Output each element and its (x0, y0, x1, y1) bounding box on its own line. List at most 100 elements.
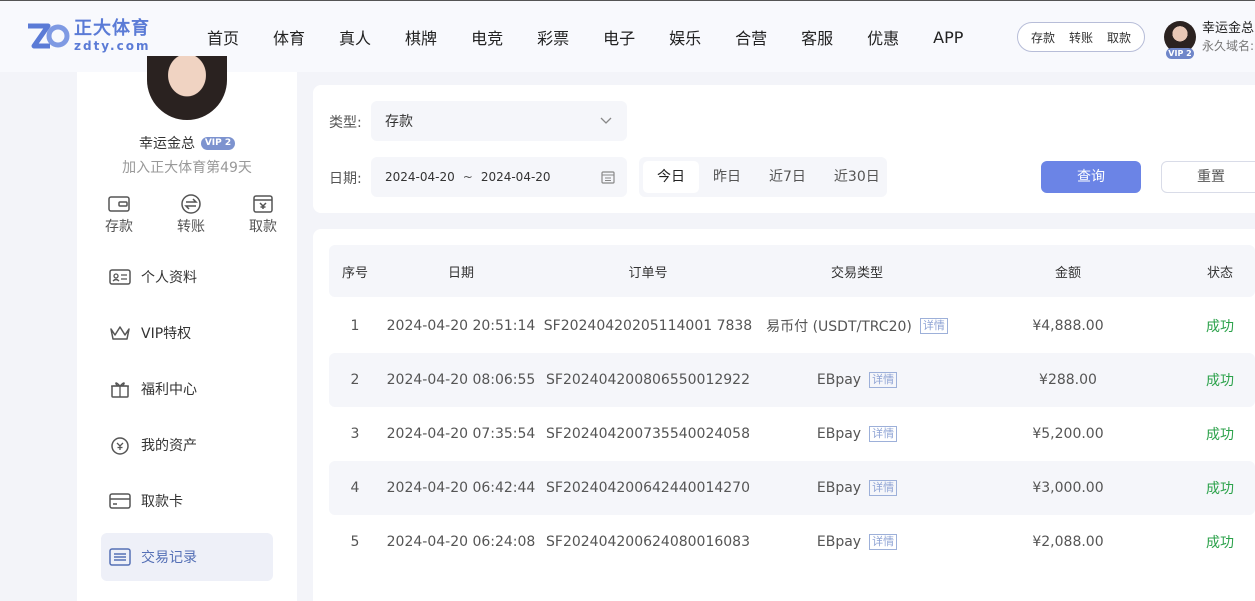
row-order: SF202404200642440014270 (546, 480, 750, 496)
nav-support[interactable]: 客服 (784, 25, 850, 49)
menu-transactions-label: 交易记录 (141, 550, 197, 566)
quick-date-yesterday[interactable]: 昨日 (699, 161, 755, 193)
row-status: 成功 (1206, 373, 1234, 389)
row-type-cell: EBpay 详情 (755, 515, 959, 569)
nav-slots[interactable]: 电子 (586, 25, 652, 49)
withdraw-button[interactable]: 取款 (235, 194, 291, 236)
profile-vip-badge: VIP 2 (201, 136, 235, 150)
transfer-button[interactable]: 转账 (163, 194, 219, 236)
menu-assets[interactable]: 我的资产 (101, 421, 273, 469)
quick-transfer-link[interactable]: 转账 (1069, 29, 1093, 46)
profile-avatar (147, 56, 227, 120)
type-label: 类型: (329, 115, 362, 131)
nav-app[interactable]: APP (916, 28, 980, 47)
reset-button[interactable]: 重置 (1161, 161, 1255, 193)
header-type: 交易类型 (830, 265, 883, 281)
header-date: 日期 (447, 265, 474, 281)
row-amount: ¥5,200.00 (1032, 426, 1104, 442)
type-select-value: 存款 (385, 114, 413, 130)
nav-sports[interactable]: 体育 (256, 25, 322, 49)
table-row: 1 2024-04-20 20:51:14 SF2024042020511400… (329, 299, 1255, 353)
transaction-table: 序号 日期 订单号 交易类型 金额 状态 1 2024-04-20 20:51:… (313, 229, 1255, 601)
money-bag-icon (111, 437, 129, 455)
date-end: 2024-04-20 (480, 170, 551, 184)
row-no: 3 (350, 426, 360, 442)
withdraw-label: 取款 (249, 219, 277, 235)
menu-assets-label: 我的资产 (141, 438, 197, 454)
quick-date-30days[interactable]: 近30日 (820, 161, 894, 193)
table-row: 3 2024-04-20 07:35:54 SF2024042007355400… (329, 407, 1255, 461)
nav-esports[interactable]: 电竞 (454, 25, 520, 49)
menu-profile[interactable]: 个人资料 (101, 253, 273, 301)
date-start: 2024-04-20 (385, 170, 455, 184)
table-row: 5 2024-04-20 06:24:08 SF2024042006240800… (329, 515, 1255, 569)
gift-icon (111, 382, 129, 398)
account-sidebar: 幸运金总 VIP 2 加入正大体育第49天 存款 转账 取款 个人资料 VIP特… (77, 56, 297, 601)
table-row: 2 2024-04-20 08:06:55 SF2024042008065500… (329, 353, 1255, 407)
row-date: 2024-04-20 20:51:14 (386, 318, 536, 334)
wallet-actions: 存款 转账 取款 (91, 194, 291, 236)
menu-vip[interactable]: VIP特权 (101, 309, 273, 357)
row-type-cell: 易币付 (USDT/TRC20) 详情 (755, 299, 959, 353)
detail-link[interactable]: 详情 (919, 318, 948, 334)
table-header: 序号 日期 订单号 交易类型 金额 状态 (329, 245, 1255, 297)
detail-link[interactable]: 详情 (869, 480, 898, 496)
detail-link[interactable]: 详情 (869, 534, 898, 550)
nav-entertainment[interactable]: 娱乐 (652, 25, 718, 49)
join-days-text: 加入正大体育第49天 (122, 160, 252, 176)
row-type: 易币付 (USDT/TRC20) (766, 319, 912, 335)
menu-welfare[interactable]: 福利中心 (101, 365, 273, 413)
menu-bank-card[interactable]: 取款卡 (101, 477, 273, 525)
row-amount: ¥288.00 (1039, 372, 1097, 388)
quick-withdraw-link[interactable]: 取款 (1107, 29, 1131, 46)
row-type-cell: EBpay 详情 (755, 353, 959, 407)
quick-date-tabs: 今日 昨日 近7日 近30日 (639, 157, 887, 197)
nav-lottery[interactable]: 彩票 (520, 25, 586, 49)
deposit-button[interactable]: 存款 (91, 194, 147, 236)
header-user[interactable]: VIP 2 幸运金总 永久域名: (1164, 21, 1255, 59)
menu-transactions[interactable]: 交易记录 (101, 533, 273, 581)
row-status: 成功 (1206, 427, 1234, 443)
row-no: 4 (350, 480, 360, 496)
nav-promotions[interactable]: 优惠 (850, 25, 916, 49)
row-status: 成功 (1206, 481, 1234, 497)
row-no: 5 (350, 534, 360, 550)
row-type: EBpay (816, 426, 862, 442)
menu-bank-card-label: 取款卡 (141, 494, 183, 510)
type-select[interactable]: 存款 (371, 101, 627, 141)
row-amount: ¥4,888.00 (1032, 318, 1104, 334)
card-icon (109, 493, 131, 509)
row-amount: ¥2,088.00 (1032, 534, 1104, 550)
header-vip-badge: VIP 2 (1166, 48, 1194, 59)
row-status: 成功 (1206, 319, 1234, 335)
row-type-cell: EBpay 详情 (755, 407, 959, 461)
row-date: 2024-04-20 06:24:08 (386, 534, 536, 550)
date-separator: ~ (462, 170, 473, 184)
header-status: 状态 (1206, 265, 1233, 281)
logo-en-text: zdty.com (74, 39, 151, 53)
nav-chess[interactable]: 棋牌 (388, 25, 454, 49)
quick-date-today[interactable]: 今日 (643, 161, 699, 193)
profile-username: 幸运金总 (139, 136, 195, 152)
header-username: 幸运金总 (1202, 21, 1255, 36)
row-date: 2024-04-20 06:42:44 (386, 480, 536, 496)
site-logo[interactable]: 正大体育 zdty.com (26, 19, 150, 53)
nav-affiliate[interactable]: 合营 (718, 25, 784, 49)
date-label: 日期: (329, 171, 362, 187)
detail-link[interactable]: 详情 (869, 426, 898, 442)
quick-date-7days[interactable]: 近7日 (755, 161, 820, 193)
header-no: 序号 (341, 265, 368, 281)
date-range-picker[interactable]: 2024-04-20 ~ 2024-04-20 (371, 157, 627, 197)
row-no: 1 (350, 318, 360, 334)
row-type-cell: EBpay 详情 (755, 461, 959, 515)
transfer-icon (181, 194, 201, 214)
withdraw-icon (253, 195, 273, 213)
row-type: EBpay (816, 372, 862, 388)
detail-link[interactable]: 详情 (869, 372, 898, 388)
query-button[interactable]: 查询 (1041, 161, 1141, 193)
nav-home[interactable]: 首页 (190, 25, 256, 49)
filter-panel: 类型: 存款 日期: 2024-04-20 ~ 2024-04-20 今日 昨日… (313, 85, 1255, 213)
nav-live[interactable]: 真人 (322, 25, 388, 49)
wallet-icon (108, 196, 130, 212)
quick-deposit-link[interactable]: 存款 (1031, 29, 1055, 46)
